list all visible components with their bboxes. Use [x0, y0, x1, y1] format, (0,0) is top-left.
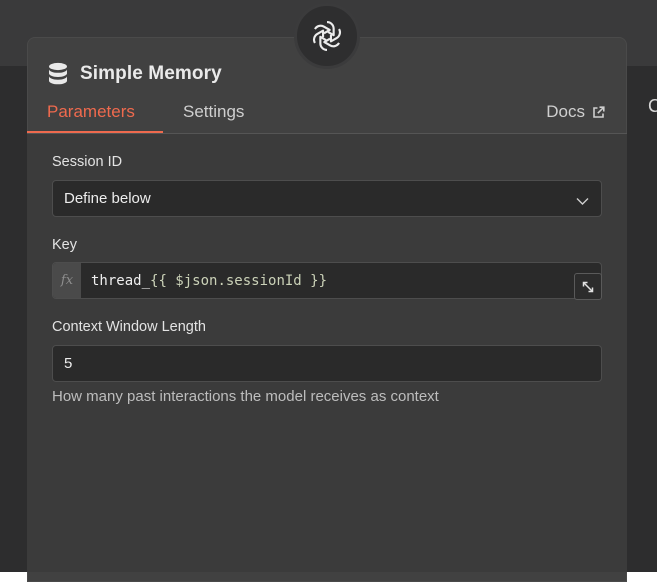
node-type-badge: [294, 3, 360, 69]
tab-settings[interactable]: Settings: [183, 102, 244, 122]
tab-parameters[interactable]: Parameters: [47, 102, 135, 122]
key-label: Key: [52, 237, 77, 253]
openai-logo-icon: [308, 17, 346, 55]
fx-icon: fx: [53, 263, 81, 298]
node-header: Simple Memory: [48, 60, 222, 88]
expand-icon: [582, 281, 594, 293]
context-window-input[interactable]: 5: [52, 345, 602, 382]
key-expression-field[interactable]: fx thread_{{ $json.sessionId }}: [52, 262, 602, 299]
key-expression-part: {{ $json.sessionId }}: [150, 272, 328, 289]
context-window-value: 5: [64, 355, 73, 372]
canvas-side-text: C: [648, 96, 657, 116]
session-id-value: Define below: [64, 190, 151, 207]
docs-link[interactable]: Docs: [546, 102, 605, 122]
key-expression-text: thread_{{ $json.sessionId }}: [81, 263, 327, 298]
active-tab-indicator: [27, 131, 163, 133]
session-id-select[interactable]: Define below: [52, 180, 602, 217]
session-id-label: Session ID: [52, 154, 123, 170]
chevron-down-icon: [576, 193, 589, 210]
node-title: Simple Memory: [80, 63, 222, 84]
panel-tabs: Parameters Settings Docs: [27, 96, 627, 134]
database-icon: [48, 62, 68, 86]
external-link-icon: [585, 105, 605, 119]
expand-expression-button[interactable]: [574, 273, 602, 300]
docs-label: Docs: [546, 102, 585, 121]
context-window-label: Context Window Length: [52, 319, 206, 335]
context-window-hint: How many past interactions the model rec…: [52, 388, 439, 405]
key-static-part: thread_: [91, 272, 151, 289]
